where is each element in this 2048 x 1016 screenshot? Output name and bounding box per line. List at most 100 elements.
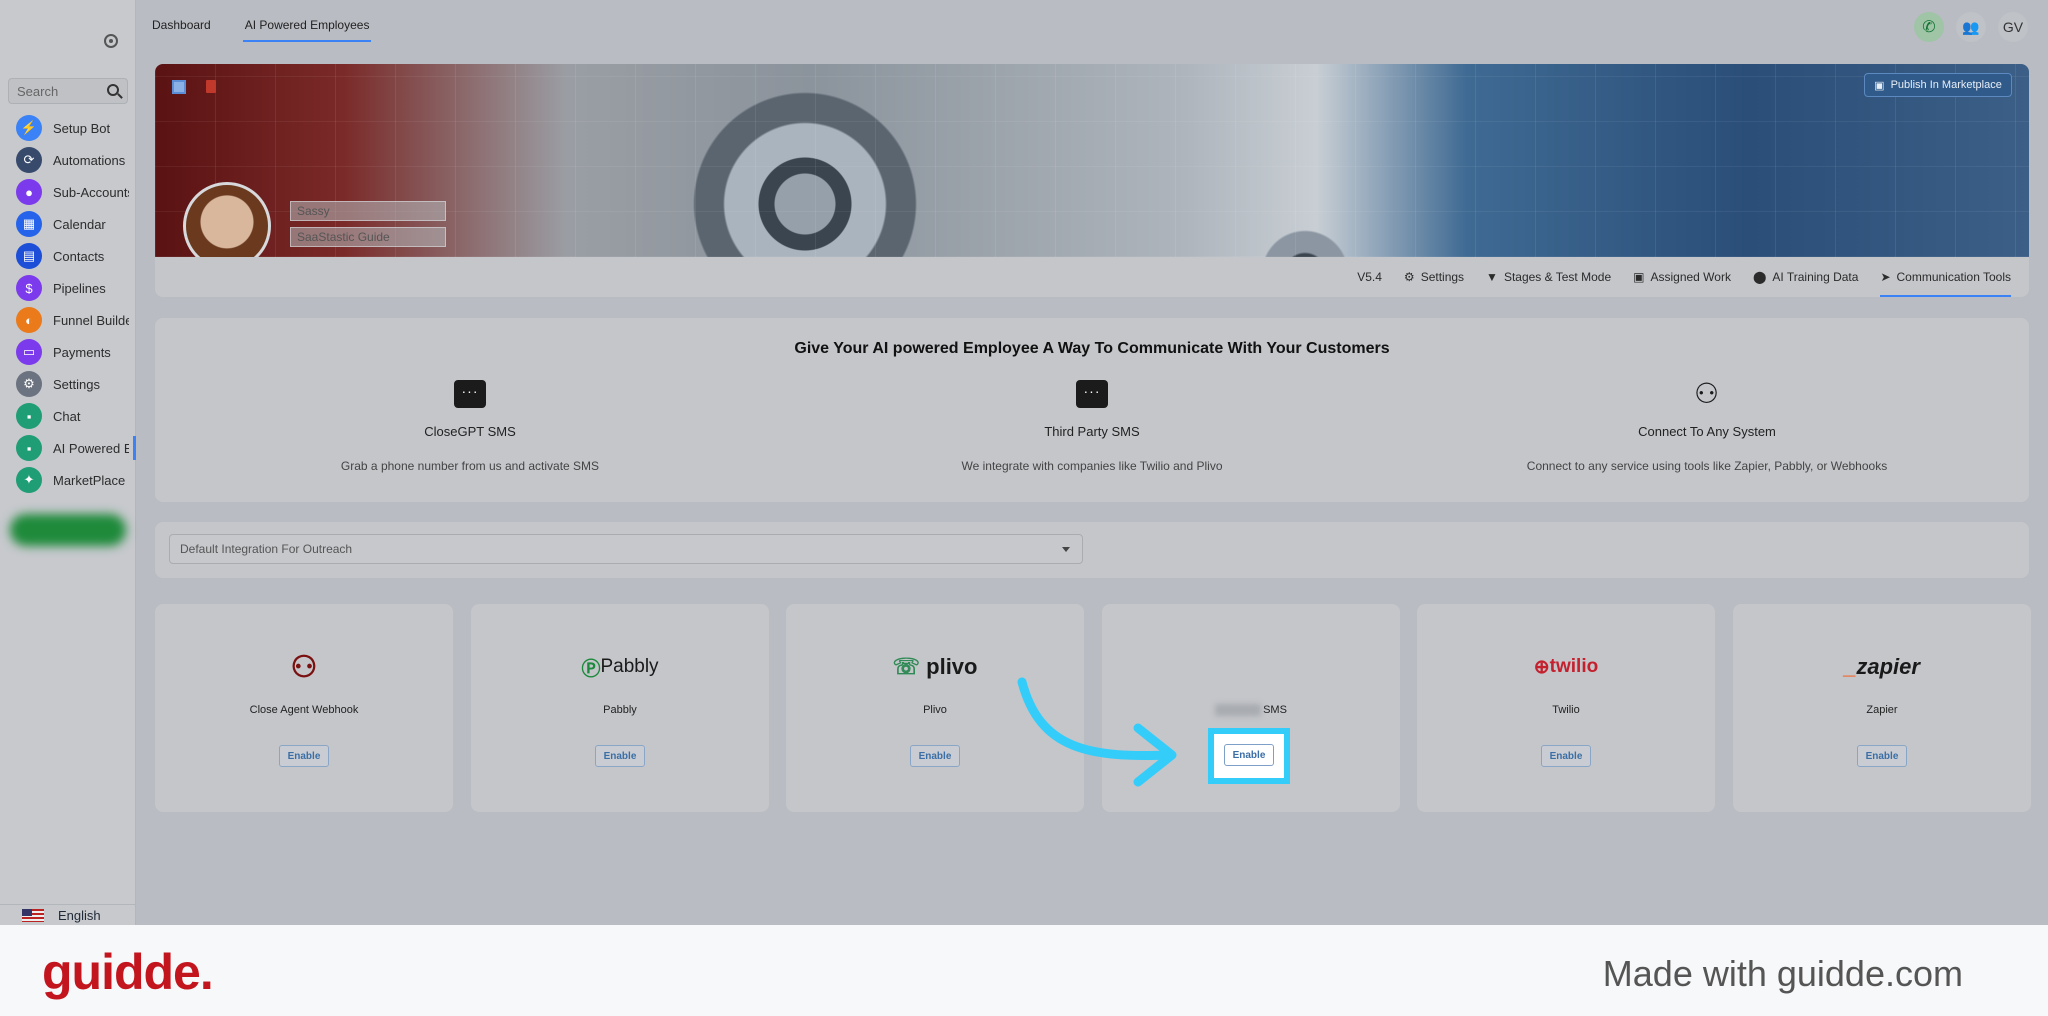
integration-name: Twilio — [1552, 704, 1580, 716]
twilio-logo-text: twilio — [1549, 656, 1599, 677]
enable-button[interactable]: Enable — [1857, 745, 1907, 767]
guidde-logo: guidde. — [42, 944, 214, 1000]
sidebar-item-chat[interactable]: ▪ Chat — [0, 400, 136, 432]
tab-label: Communication Tools — [1896, 270, 2012, 284]
section-title: Give Your AI powered Employee A Way To C… — [794, 340, 1390, 357]
tab-communication-tools[interactable]: ➤ Communication Tools — [1880, 257, 2011, 297]
sidebar-item-funnel-builder[interactable]: ◐ Funnel Builder — [0, 304, 136, 336]
tab-label: Assigned Work — [1650, 270, 1731, 284]
feature-title: Connect To Any System — [1638, 424, 1776, 439]
blurred-text — [1215, 704, 1262, 717]
card-icon: ▭ — [16, 339, 42, 365]
employee-name-field[interactable]: Sassy — [290, 201, 446, 221]
tab-label: Stages & Test Mode — [1503, 270, 1612, 284]
sidebar-item-automations[interactable]: ⟳ Automations — [0, 144, 136, 176]
sidebar-item-setup-bot[interactable]: ⚡ Setup Bot — [0, 112, 136, 144]
feature-title: CloseGPT SMS — [424, 424, 516, 439]
enable-button[interactable]: Enable — [1541, 745, 1591, 767]
feature-closegpt-sms: ··· CloseGPT SMS Grab a phone number fro… — [190, 380, 750, 473]
zapier-logo-text: zapier — [1856, 654, 1920, 679]
tab-label: Settings — [1420, 270, 1465, 284]
chat-icon: ▪ — [16, 403, 42, 429]
integration-card-close-agent-webhook: ⚇ Close Agent Webhook Enable — [155, 604, 453, 812]
funnel-icon: ◐ — [16, 307, 42, 333]
made-with-text: Made with guidde.com — [1602, 953, 1963, 994]
calendar-icon: ▦ — [16, 211, 42, 237]
phone-icon[interactable]: ✆ — [1914, 12, 1944, 42]
webhook-icon: ⚇ — [290, 650, 318, 684]
avatar[interactable]: GV — [1998, 12, 2028, 42]
feature-third-party-sms: ··· Third Party SMS We integrate with co… — [812, 380, 1372, 473]
image-icon[interactable] — [172, 80, 186, 94]
gear-icon: ⚙ — [1403, 270, 1415, 284]
tab-stages-test-mode[interactable]: ▼ Stages & Test Mode — [1486, 257, 1611, 297]
sidebar-item-settings[interactable]: ⚙ Settings — [0, 368, 136, 400]
feature-desc: We integrate with companies like Twilio … — [961, 459, 1223, 473]
tab-ai-powered-employees[interactable]: AI Powered Employees — [242, 6, 372, 44]
sidebar-item-ai-powered-employees[interactable]: ▪ AI Powered Employees — [0, 432, 136, 464]
zapier-underscore-icon: _ — [1844, 654, 1857, 679]
collapse-toggle-icon[interactable] — [104, 34, 118, 48]
integration-name: Pabbly — [603, 704, 637, 716]
publish-marketplace-button[interactable]: ▣ Publish In Marketplace — [1864, 73, 2012, 97]
tab-label: AI Training Data — [1772, 270, 1859, 284]
sidebar-item-sub-accounts[interactable]: ● Sub-Accounts — [0, 176, 136, 208]
blurred-button[interactable] — [10, 514, 126, 546]
profile-tabs: V5.4 ⚙ Settings ▼ Stages & Test Mode ▣ Assi… — [155, 257, 2029, 297]
employee-subtitle-field[interactable]: SaaStastic Guide — [290, 227, 446, 247]
marketplace-icon: ✦ — [16, 467, 42, 493]
briefcase-icon: ▣ — [1633, 270, 1645, 284]
plivo-icon: ☏ — [892, 654, 921, 679]
sidebar-item-payments[interactable]: ▭ Payments — [0, 336, 136, 368]
sms-icon: ··· — [454, 380, 486, 408]
enable-button[interactable]: Enable — [595, 745, 645, 767]
search-icon[interactable] — [107, 84, 119, 96]
sidebar-item-label: Setup Bot — [53, 120, 111, 136]
bolt-icon: ⚡ — [16, 115, 42, 141]
enable-button[interactable]: Enable — [910, 745, 960, 767]
communication-card: Give Your AI powered Employee A Way To C… — [155, 318, 2029, 502]
send-icon: ➤ — [1880, 270, 1891, 284]
sms-enable-button[interactable]: Enable — [1224, 744, 1274, 766]
contacts-icon: ▤ — [16, 243, 42, 269]
filter-icon: ▼ — [1486, 270, 1498, 284]
users-icon[interactable]: 👥 — [1956, 12, 1986, 42]
highlighted-enable-box: Enable — [1208, 728, 1290, 784]
tab-dashboard[interactable]: Dashboard — [150, 6, 213, 44]
sidebar-item-label: MarketPlace — [53, 472, 126, 488]
tab-assigned-work[interactable]: ▣ Assigned Work — [1633, 257, 1731, 297]
gear-icon: ⚙ — [16, 371, 42, 397]
trash-icon[interactable] — [206, 80, 216, 93]
enable-button[interactable]: Enable — [279, 745, 329, 767]
tab-ai-training-data[interactable]: ⬤ AI Training Data — [1753, 257, 1858, 297]
language-label: English — [58, 907, 101, 923]
search-placeholder: Search — [17, 83, 59, 99]
tab-settings[interactable]: ⚙ Settings — [1404, 257, 1464, 297]
webhook-icon: ⚇ — [1693, 378, 1721, 409]
feature-title: Third Party SMS — [1044, 424, 1140, 439]
sidebar-item-contacts[interactable]: ▤ Contacts — [0, 240, 136, 272]
sidebar-item-calendar[interactable]: ▦ Calendar — [0, 208, 136, 240]
guide-arrow-icon — [1017, 677, 1177, 787]
sidebar-item-label: Settings — [53, 376, 100, 392]
calendar-icon: ▣ — [1874, 79, 1885, 92]
integration-name: Close Agent Webhook — [249, 704, 359, 716]
zapier-logo: _ zapier — [1733, 650, 2031, 684]
integration-card-zapier: _ zapier Zapier Enable — [1733, 604, 2031, 812]
integration-card-twilio: ⊕ twilio Twilio Enable — [1417, 604, 1715, 812]
feature-connect-any-system: ⚇ Connect To Any System Connect to any s… — [1427, 378, 1987, 474]
search-input[interactable]: Search — [8, 78, 128, 104]
language-selector[interactable]: English — [0, 904, 136, 925]
automation-icon: ⟳ — [16, 147, 42, 173]
dollar-icon: $ — [16, 275, 42, 301]
default-integration-select[interactable]: Default Integration For Outreach — [169, 534, 1083, 564]
chevron-down-icon — [1062, 547, 1070, 552]
twilio-icon: ⊕ — [1533, 656, 1550, 678]
sidebar-item-marketplace[interactable]: ✦ MarketPlace — [0, 464, 136, 496]
feature-desc: Grab a phone number from us and activate… — [340, 459, 600, 473]
sidebar-item-pipelines[interactable]: $ Pipelines — [0, 272, 136, 304]
ai-chat-icon: ▪ — [16, 435, 42, 461]
integration-name-text: SMS — [1263, 704, 1287, 716]
feature-desc: Connect to any service using tools like … — [1526, 459, 1888, 473]
sidebar-item-label: Pipelines — [53, 280, 106, 296]
